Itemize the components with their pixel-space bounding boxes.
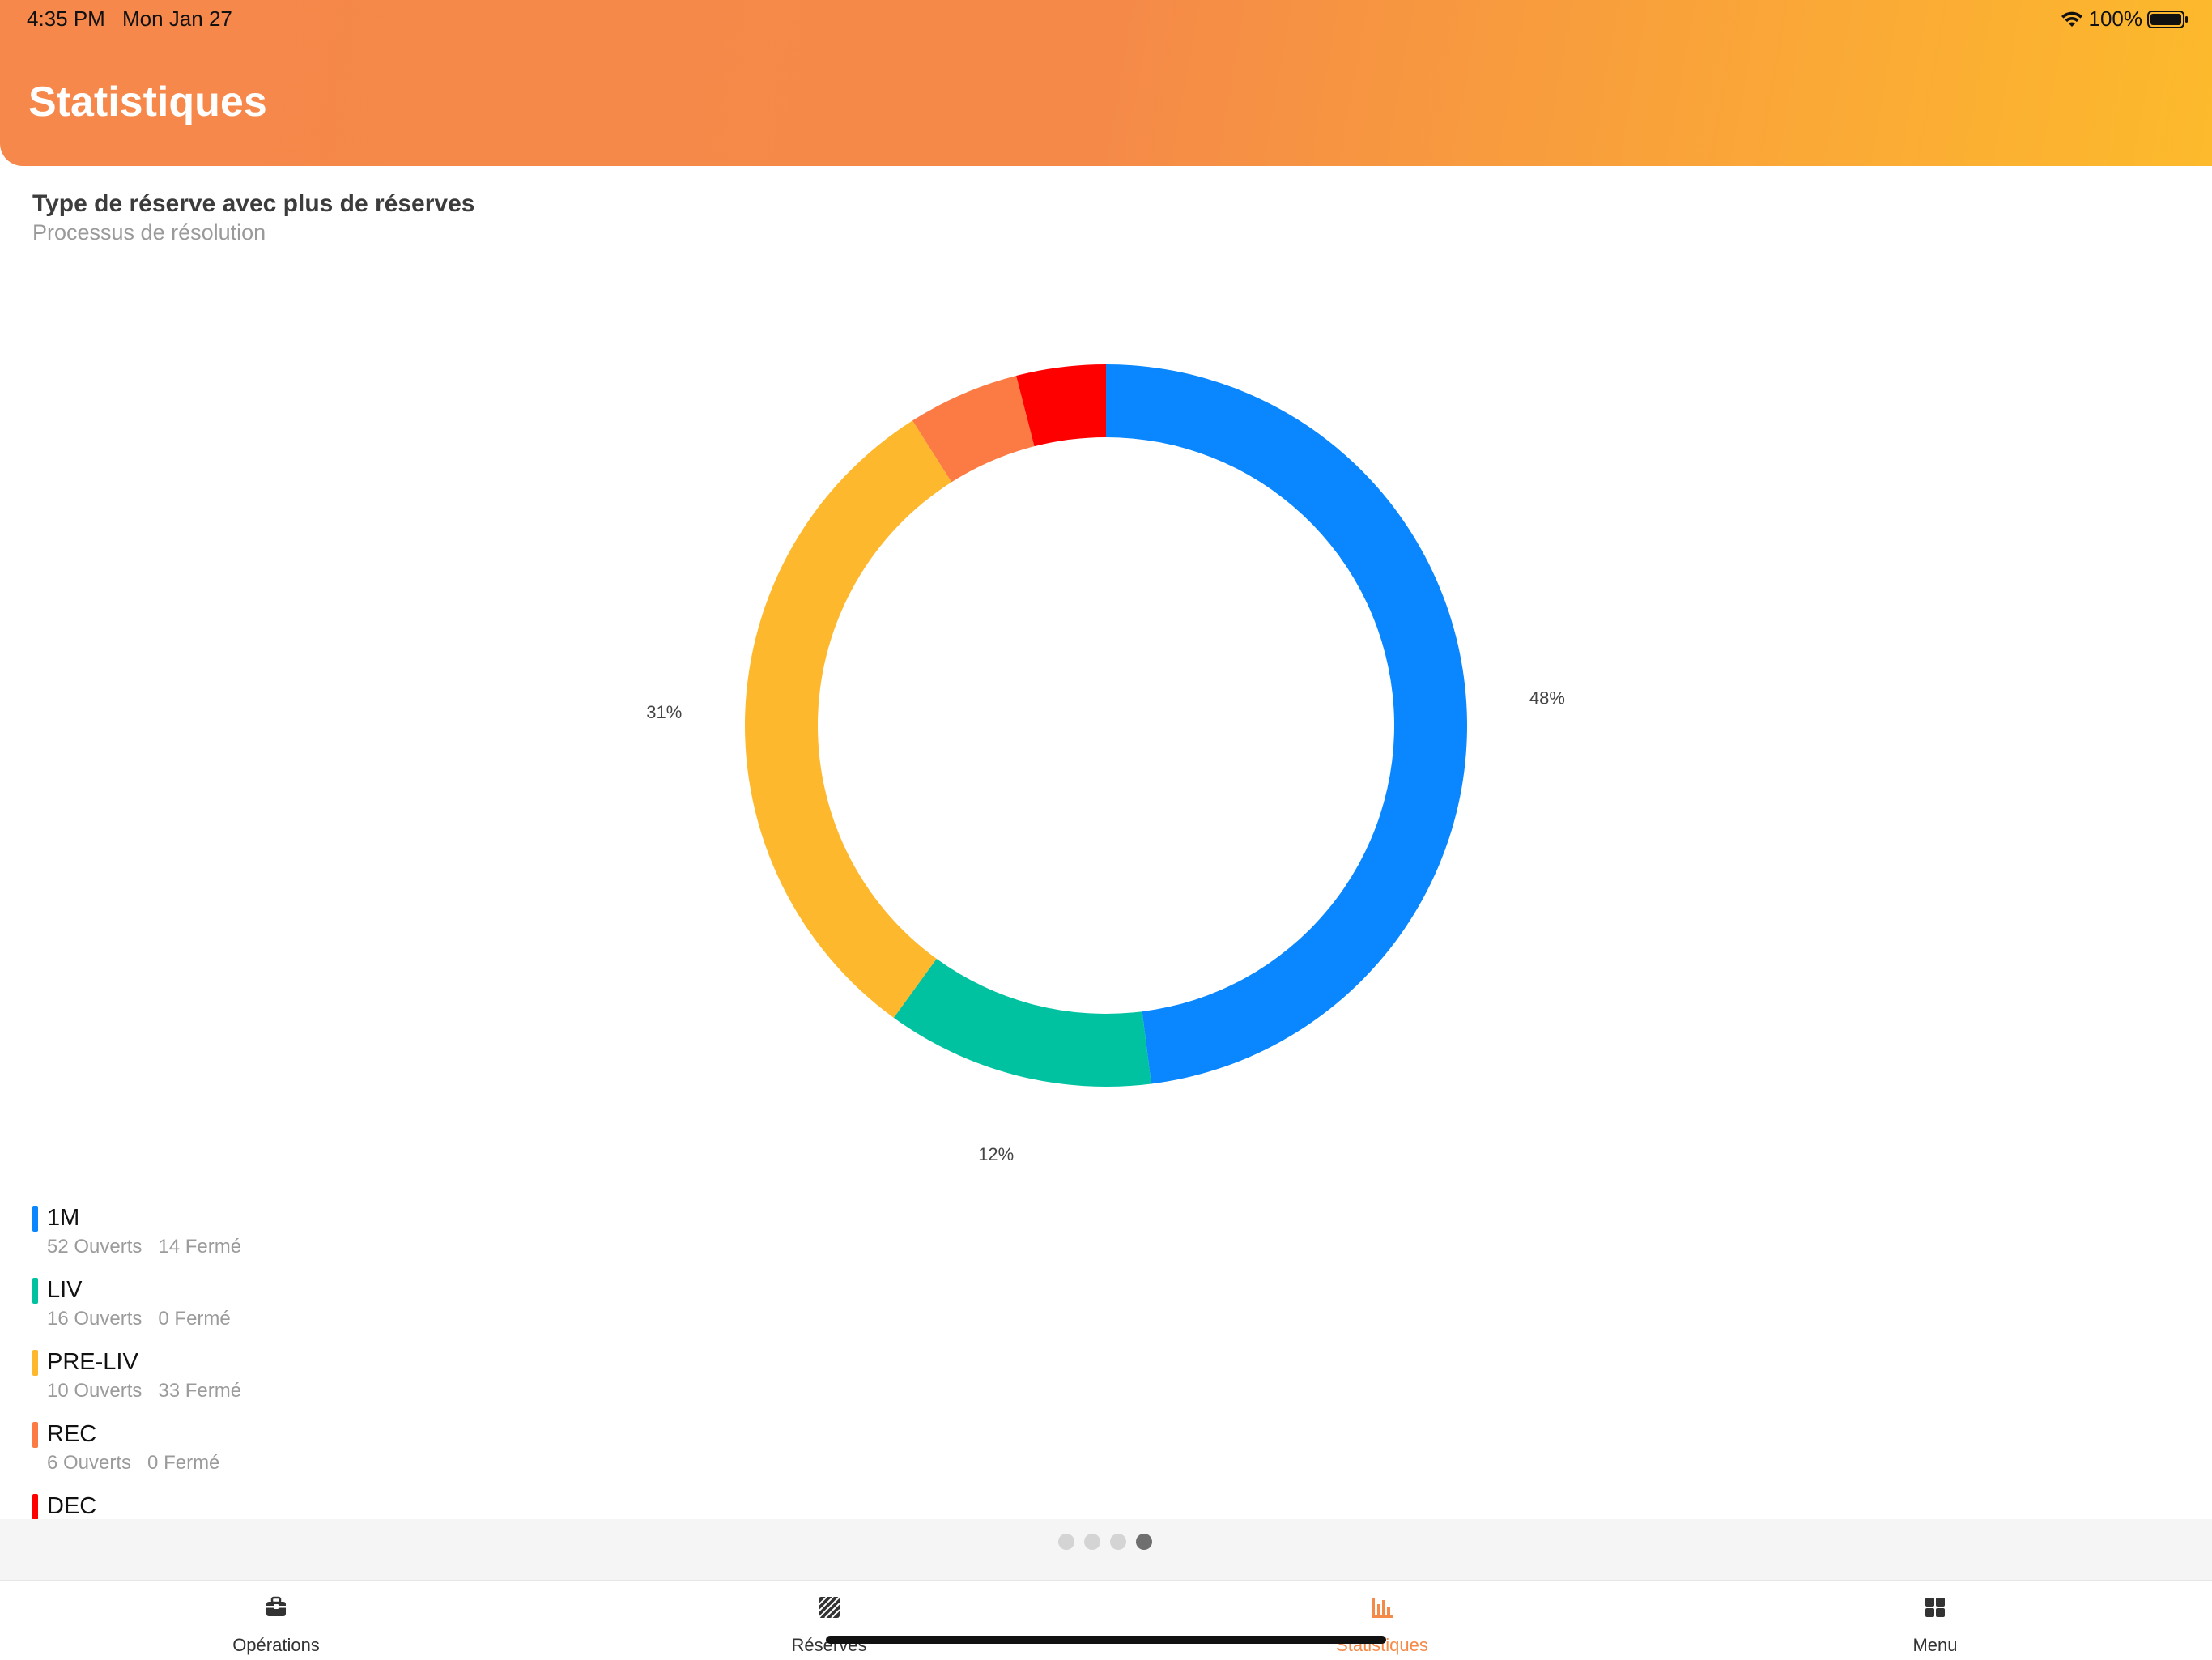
donut-slice-1m[interactable]: [1106, 364, 1468, 1084]
page-indicator[interactable]: [1058, 1534, 1152, 1550]
page-dot[interactable]: [1058, 1534, 1074, 1550]
page-dot[interactable]: [1136, 1534, 1152, 1550]
legend-stats: 6 Ouverts 0 Fermé: [47, 1452, 219, 1475]
tab-label: Menu: [1912, 1635, 1958, 1655]
home-indicator: [826, 1636, 1386, 1644]
donut-chart: 48% 12% 31%: [646, 364, 1565, 1164]
donut-slice-pre-liv[interactable]: [745, 420, 952, 1018]
legend-item: DEC: [32, 1492, 518, 1519]
page-dot[interactable]: [1084, 1534, 1100, 1550]
legend-item: LIV 16 Ouverts 0 Fermé: [32, 1275, 518, 1347]
grid-icon: [1925, 1598, 1945, 1617]
donut-data-label: 48%: [1529, 688, 1565, 709]
legend-swatch: [32, 1422, 38, 1448]
legend-closed-count: 0 Fermé: [158, 1308, 231, 1330]
legend-label: LIV: [47, 1277, 83, 1303]
legend-item: REC 6 Ouverts 0 Fermé: [32, 1420, 518, 1492]
pager-area: [0, 1519, 2212, 1580]
legend-swatch: [32, 1206, 38, 1232]
briefcase-icon: [266, 1596, 286, 1616]
tab-label: Opérations: [232, 1635, 320, 1655]
legend-swatch: [32, 1350, 38, 1376]
legend-swatch: [32, 1494, 38, 1519]
legend-item: PRE-LIV 10 Ouverts 33 Fermé: [32, 1347, 518, 1420]
chart-legend: 1M 52 Ouverts 14 Fermé LIV 16 Ouverts 0 Fermé…: [32, 1203, 518, 1519]
legend-closed-count: 0 Fermé: [147, 1452, 220, 1474]
tab-bar: Opérations Réserves Statistiques Menu: [0, 1580, 2212, 1660]
donut-data-label: 31%: [646, 702, 682, 722]
legend-label: 1M: [47, 1205, 80, 1231]
tab-menu[interactable]: Menu: [1838, 1581, 2032, 1660]
legend-label: PRE-LIV: [47, 1349, 138, 1375]
legend-item: 1M 52 Ouverts 14 Fermé: [32, 1203, 518, 1275]
page-dot[interactable]: [1110, 1534, 1126, 1550]
legend-label: DEC: [47, 1493, 97, 1519]
legend-opened-count: 52 Ouverts: [47, 1236, 143, 1258]
tab-operations[interactable]: Opérations: [179, 1581, 373, 1660]
legend-closed-count: 14 Fermé: [158, 1236, 242, 1258]
legend-closed-count: 33 Fermé: [158, 1380, 242, 1402]
hatched-square-icon: [818, 1596, 840, 1619]
donut-slice-liv[interactable]: [893, 959, 1151, 1087]
legend-stats: 10 Ouverts 33 Fermé: [47, 1380, 241, 1402]
legend-swatch: [32, 1278, 38, 1304]
donut-data-label: 12%: [978, 1144, 1014, 1164]
legend-opened-count: 6 Ouverts: [47, 1452, 132, 1474]
legend-stats: 52 Ouverts 14 Fermé: [47, 1236, 241, 1258]
tab-statistiques[interactable]: Statistiques: [1285, 1581, 1479, 1660]
bar-chart-icon: [1372, 1598, 1393, 1618]
legend-opened-count: 16 Ouverts: [47, 1308, 143, 1330]
legend-label: REC: [47, 1421, 97, 1447]
legend-opened-count: 10 Ouverts: [47, 1380, 143, 1402]
legend-stats: 16 Ouverts 0 Fermé: [47, 1308, 231, 1330]
tab-reserves[interactable]: Réserves: [732, 1581, 926, 1660]
